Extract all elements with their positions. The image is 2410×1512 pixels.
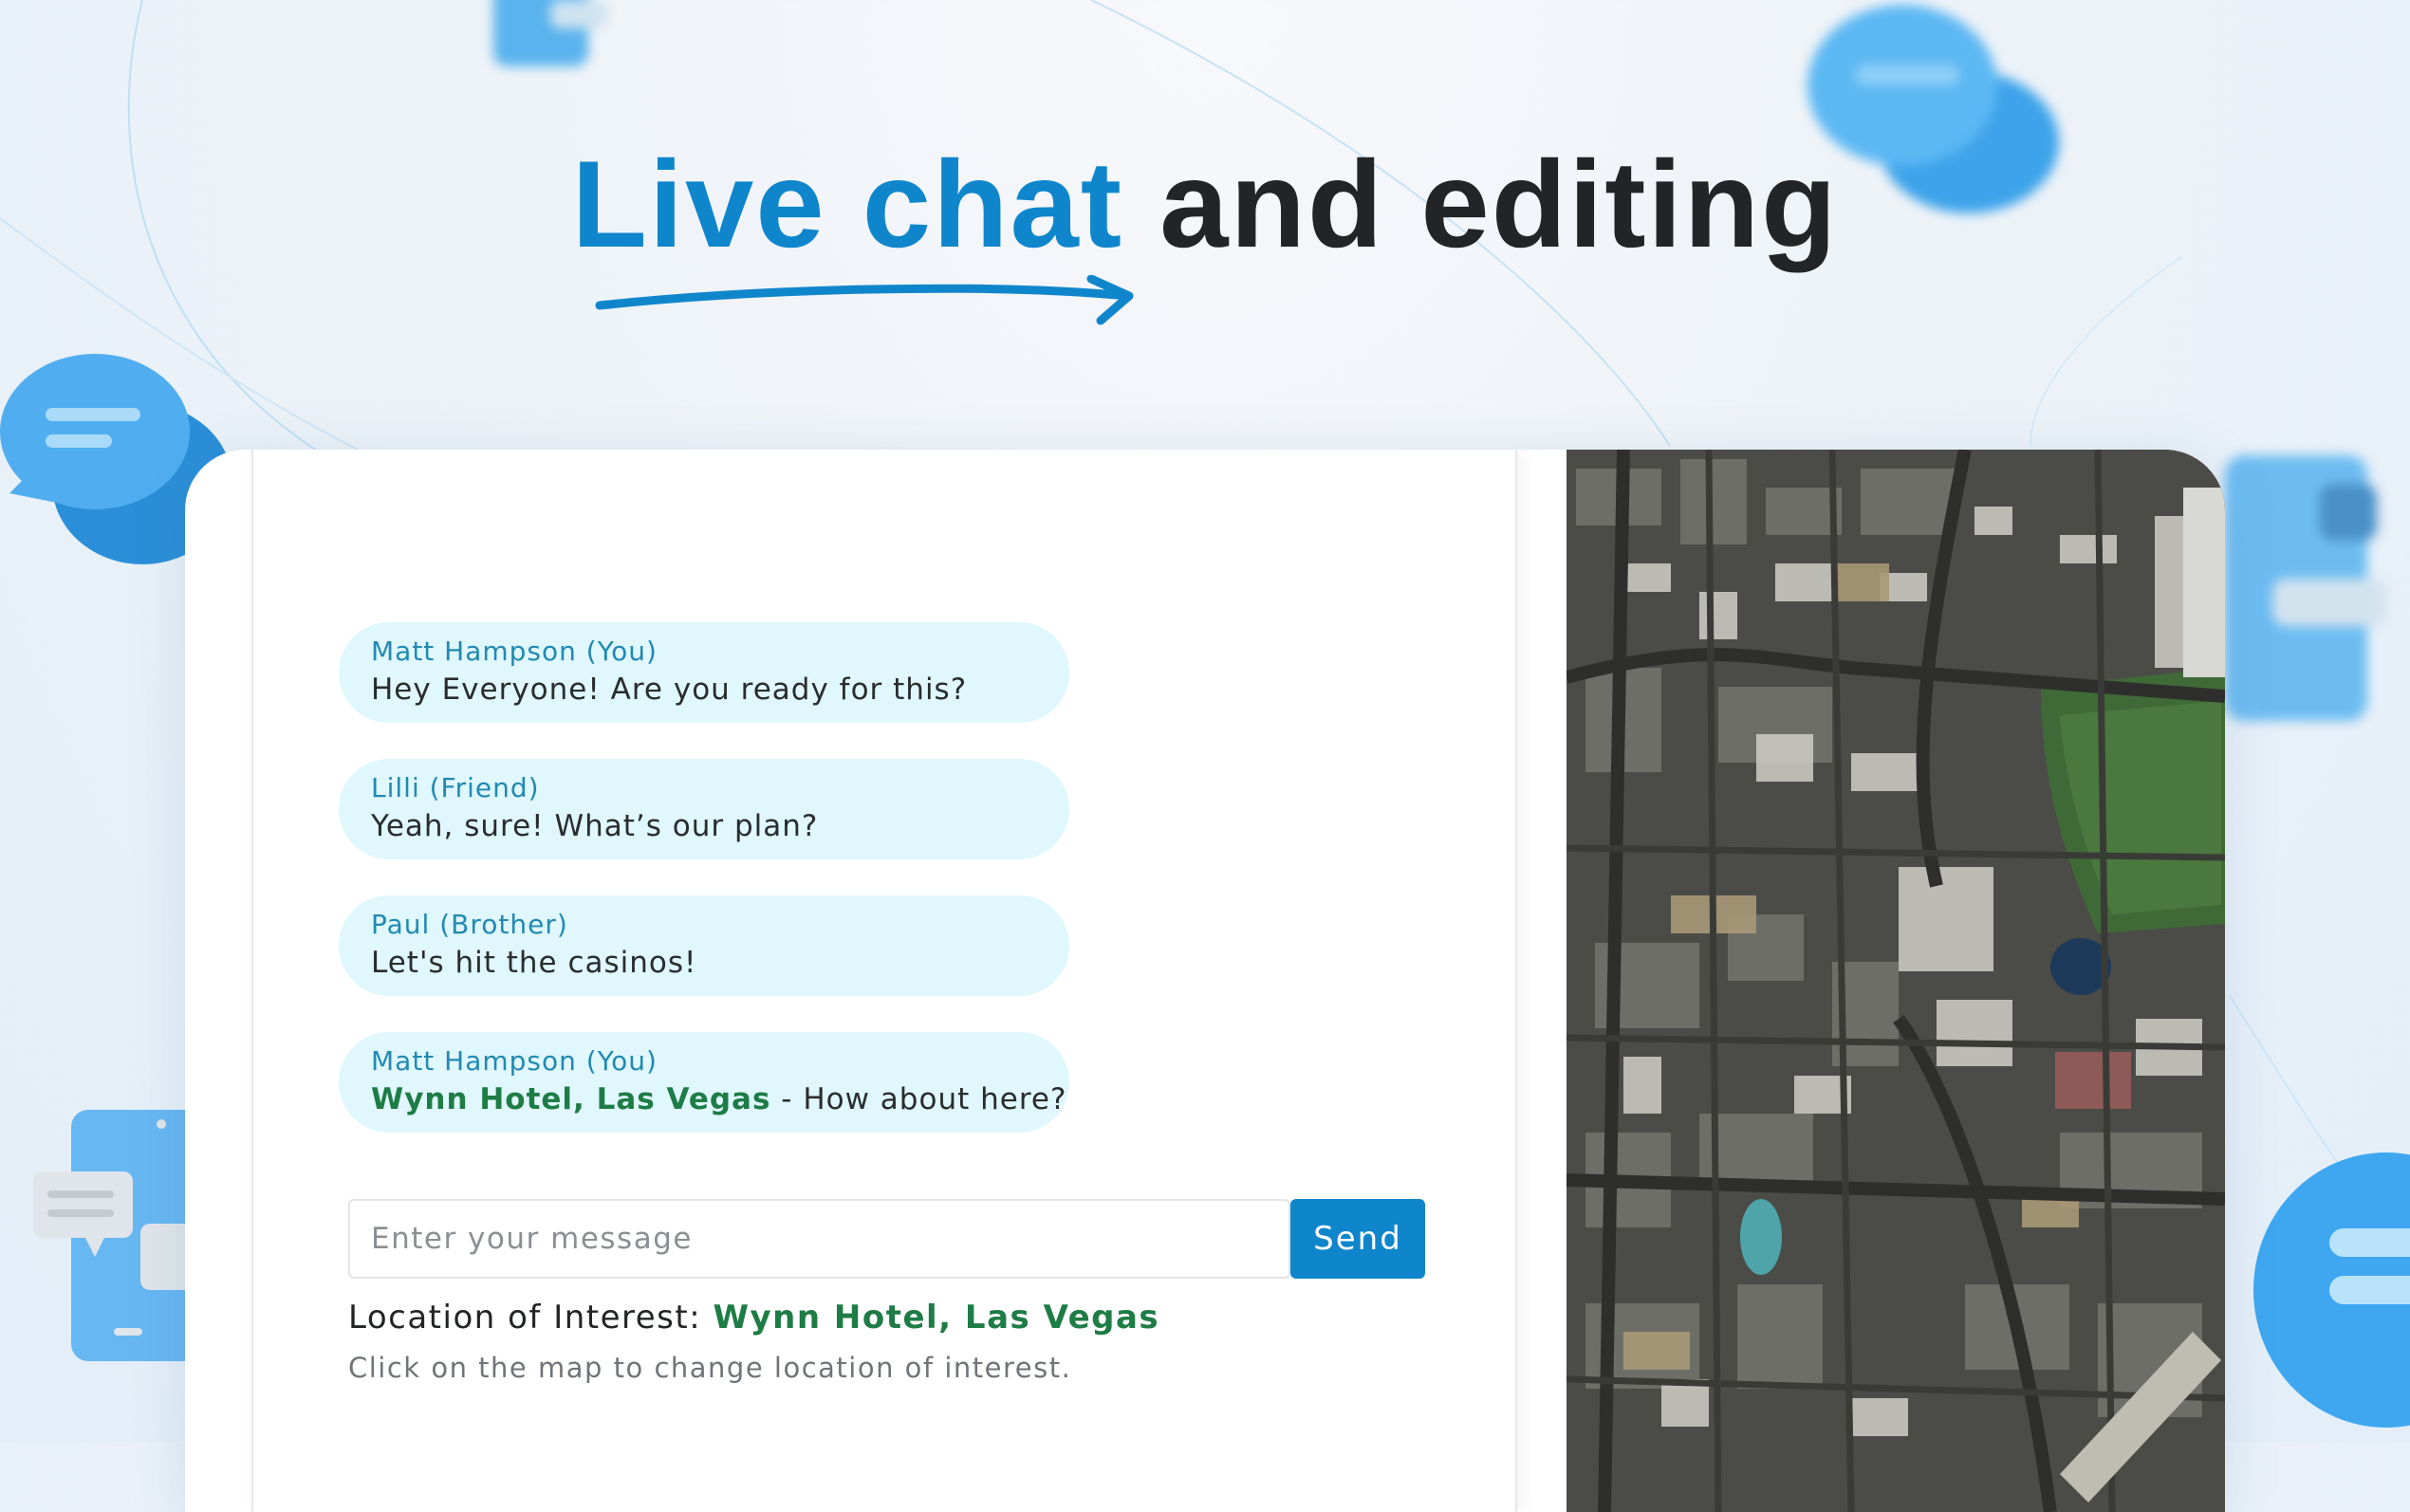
app-card: Matt Hampson (You) Hey Everyone! Are you… (185, 450, 2225, 1512)
message-text: Wynn Hotel, Las Vegas - How about here? (371, 1079, 1066, 1119)
map-hint: Click on the map to change location of i… (348, 1352, 1072, 1384)
chat-message: Matt Hampson (You) Hey Everyone! Are you… (339, 622, 1069, 723)
send-button[interactable]: Send (1290, 1199, 1425, 1279)
map-imagery (1566, 450, 2225, 1512)
location-of-interest: Location of Interest: Wynn Hotel, Las Ve… (348, 1296, 1159, 1339)
chat-message: Paul (Brother) Let's hit the casinos! (339, 895, 1069, 996)
message-composer: Send (348, 1199, 1425, 1279)
message-list: Matt Hampson (You) Hey Everyone! Are you… (339, 622, 1069, 1169)
chat-message: Matt Hampson (You) Wynn Hotel, Las Vegas… (339, 1032, 1069, 1133)
satellite-map[interactable] (1566, 450, 2225, 1512)
message-text: Hey Everyone! Are you ready for this? (371, 673, 968, 707)
headline-rest: and editing (1159, 135, 1839, 273)
location-value: Wynn Hotel, Las Vegas (713, 1299, 1160, 1337)
chat-bubble-icon (493, 0, 607, 66)
chat-message: Lilli (Friend) Yeah, sure! What’s our pl… (339, 759, 1069, 859)
chat-panel: Matt Hampson (You) Hey Everyone! Are you… (251, 450, 1517, 1512)
chat-bubble-icon (2253, 1152, 2410, 1428)
message-sender: Matt Hampson (You) (371, 636, 658, 667)
message-input[interactable] (348, 1199, 1290, 1279)
message-sender: Paul (Brother) (371, 909, 568, 940)
tablet-chat-icon (2225, 455, 2386, 721)
headline: Live chat and editing (0, 133, 2410, 275)
message-location-link[interactable]: Wynn Hotel, Las Vegas (371, 1082, 770, 1116)
message-sender: Lilli (Friend) (371, 772, 540, 803)
headline-accent: Live chat (571, 135, 1124, 273)
message-text-tail: - How about here? (770, 1082, 1067, 1116)
headline-underline-arrow (595, 275, 1134, 325)
message-sender: Matt Hampson (You) (371, 1045, 658, 1077)
location-label: Location of Interest: (348, 1299, 702, 1337)
message-text: Let's hit the casinos! (371, 946, 697, 980)
message-text: Yeah, sure! What’s our plan? (371, 809, 819, 843)
